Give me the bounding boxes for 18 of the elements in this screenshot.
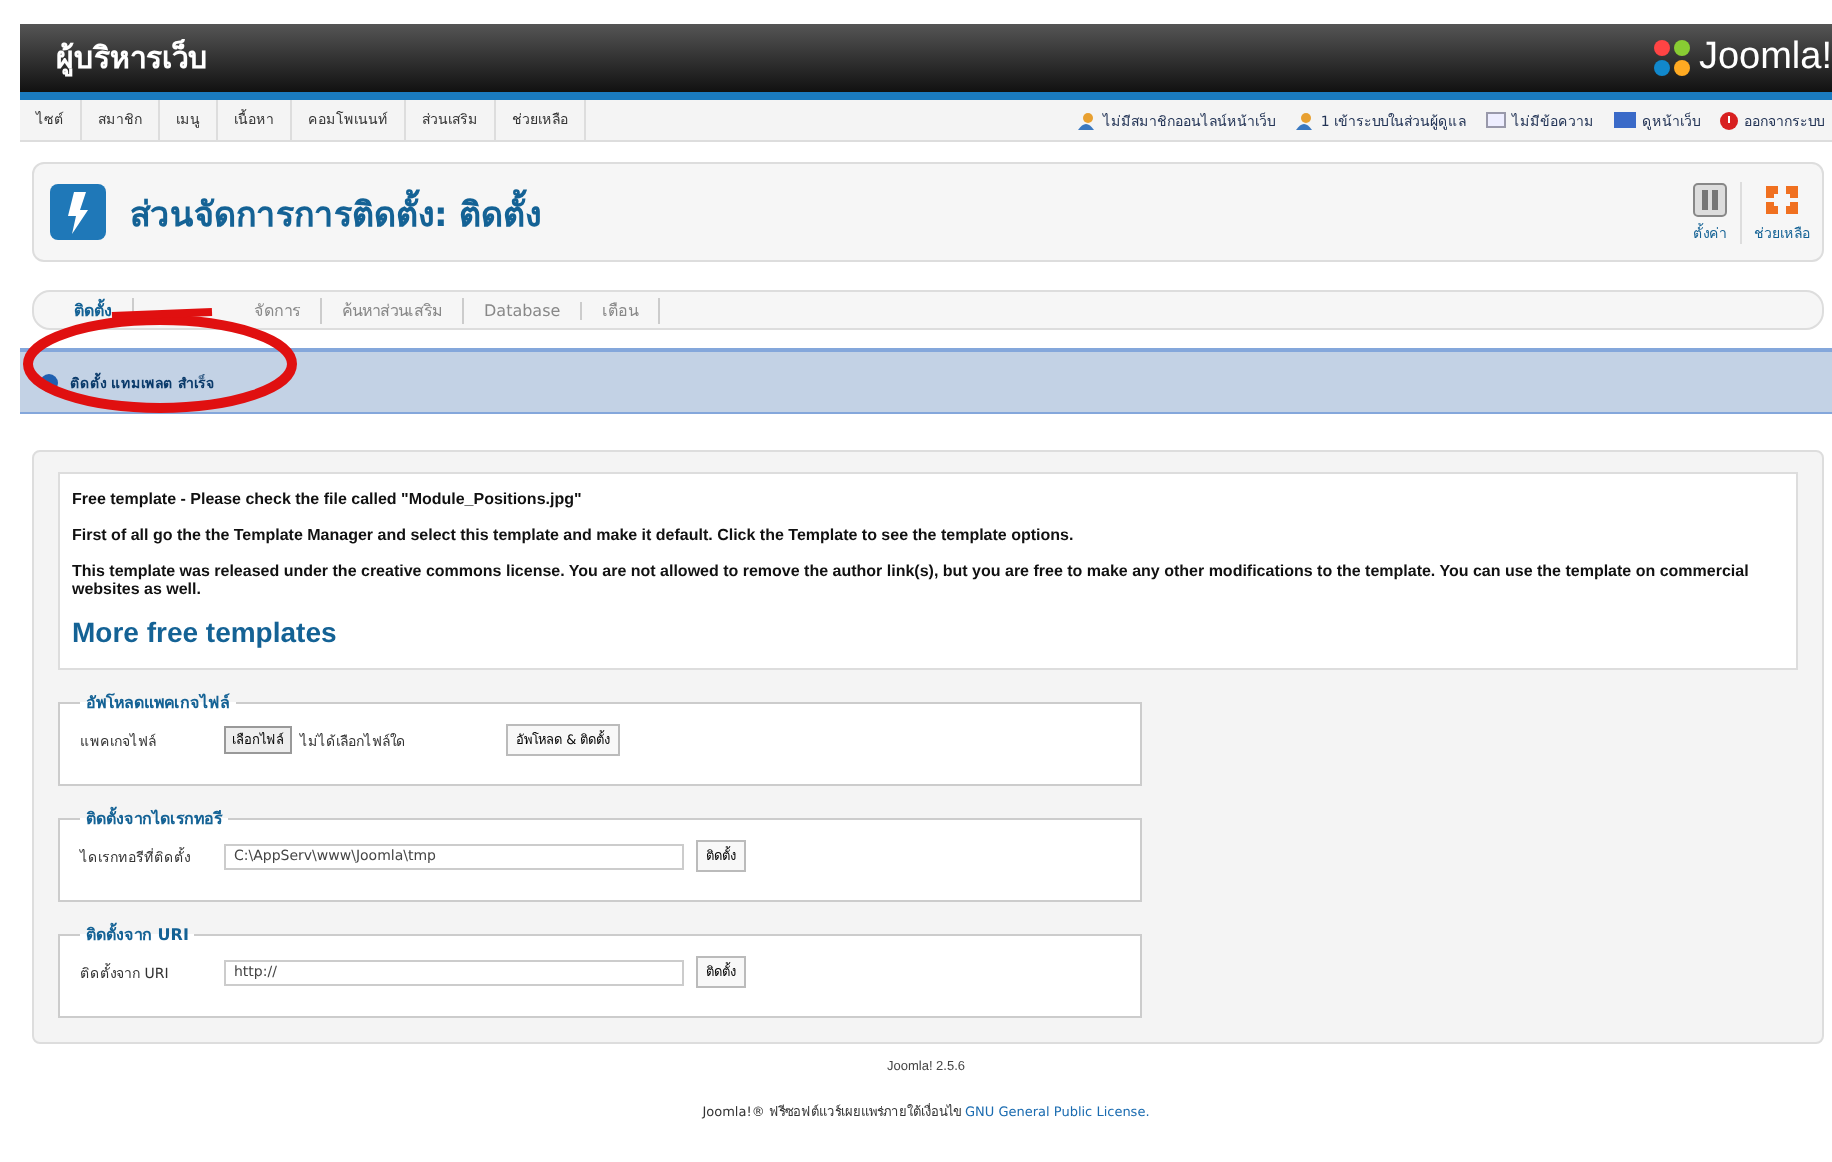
more-templates-link[interactable]: More free templates — [72, 616, 1784, 648]
logo-text: Joomla! — [1698, 36, 1832, 80]
fieldset-legend: อัพโหลดแพคเกจไฟล์ — [80, 690, 236, 716]
logo-icon — [1652, 38, 1693, 78]
description-text: Free template - Please check the file called "Module_Positions.jpg" — [72, 490, 584, 508]
description-text: This template was released under the creative commons license. You are not allowed to remove the author link(s), but you are free to make any other modifications to the template. You can use the template on commercial websites as well. — [72, 562, 1751, 598]
monitor-icon — [1614, 112, 1636, 128]
alert-icon — [1720, 111, 1738, 129]
fieldset-legend: ติดตั้งจากไดเรกทอรี — [80, 806, 228, 832]
page-title: ส่วนจัดการการติดตั้ง: ติดตั้ง — [130, 185, 542, 239]
fieldset-legend: ติดตั้งจาก URI — [80, 922, 195, 948]
users-icon — [1076, 111, 1097, 129]
description-text: First of all go the the Template Manager and select this template and make it default. Click the Template to see the template options. — [72, 526, 1076, 544]
tab[interactable]: ติดตั้ง — [54, 297, 134, 323]
header-title: ผู้บริหารเว็บ — [56, 37, 208, 81]
envelope-icon — [1486, 112, 1506, 128]
lightning-icon — [50, 184, 106, 240]
users-icon — [1294, 111, 1315, 129]
